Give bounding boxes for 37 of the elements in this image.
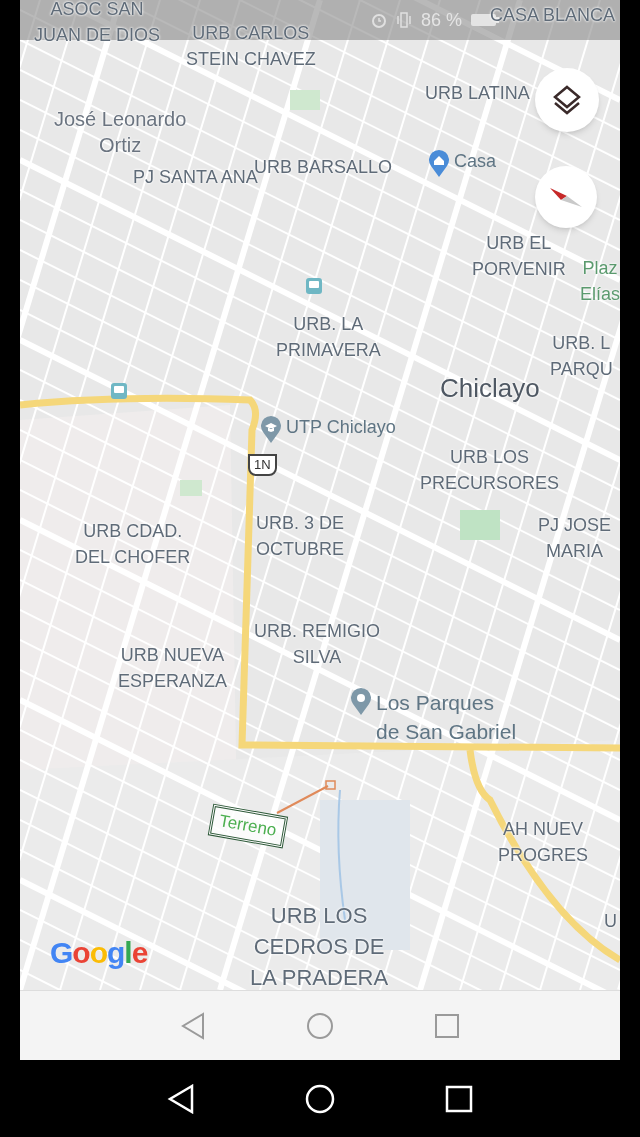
park-area — [460, 510, 500, 540]
place-label[interactable]: Los Parques de San Gabriel — [376, 688, 517, 746]
area-label: URB LATINA — [425, 82, 530, 105]
home-pin-icon — [428, 150, 450, 178]
park-label: Plaz Elías — [580, 257, 620, 306]
compass-icon — [549, 185, 583, 209]
vibrate-icon — [394, 11, 413, 29]
area-label: CASA BLANCA — [490, 4, 616, 27]
city-label: Chiclayo — [440, 372, 540, 404]
map-pin-icon — [350, 688, 372, 716]
alarm-icon — [370, 12, 387, 28]
back-icon[interactable] — [167, 1083, 195, 1114]
area-label: URB. 3 DE OCTUBRE — [256, 512, 345, 561]
area-label: URB CARLOS STEIN CHAVEZ — [186, 22, 316, 71]
google-logo: Google — [50, 935, 148, 971]
area-label: URB. L PARQU — [550, 332, 613, 381]
school-pin-icon — [260, 416, 282, 444]
area-label: URB. LA PRIMAVERA — [276, 313, 381, 362]
area-label: URB CDAD. DEL CHOFER — [75, 520, 191, 569]
bus-stop-icon — [110, 382, 128, 400]
area-label: URB LOS CEDROS DE LA PRADERA — [250, 902, 389, 990]
leader-line — [276, 780, 336, 814]
area-label: URB. REMIGIO SILVA — [254, 620, 380, 669]
area-label: URB NUEVA ESPERANZA — [118, 644, 228, 693]
place-label[interactable]: Casa — [454, 150, 497, 172]
bus-stop-icon — [305, 277, 323, 295]
area-label: U — [604, 910, 617, 933]
park-area — [180, 480, 202, 496]
park-area — [290, 90, 320, 110]
layers-icon — [553, 85, 581, 115]
area-label: ASOC SAN JUAN DE DIOS — [34, 0, 161, 47]
area-label: URB LOS PRECURSORES — [420, 446, 560, 495]
place-label[interactable]: UTP Chiclayo — [286, 416, 396, 438]
area-label: PJ JOSE MARIA — [538, 514, 612, 563]
area-label: José Leonardo Ortiz — [54, 107, 187, 158]
area-label: URB EL PORVENIR — [472, 232, 566, 281]
road-shield: 1N — [248, 454, 277, 476]
